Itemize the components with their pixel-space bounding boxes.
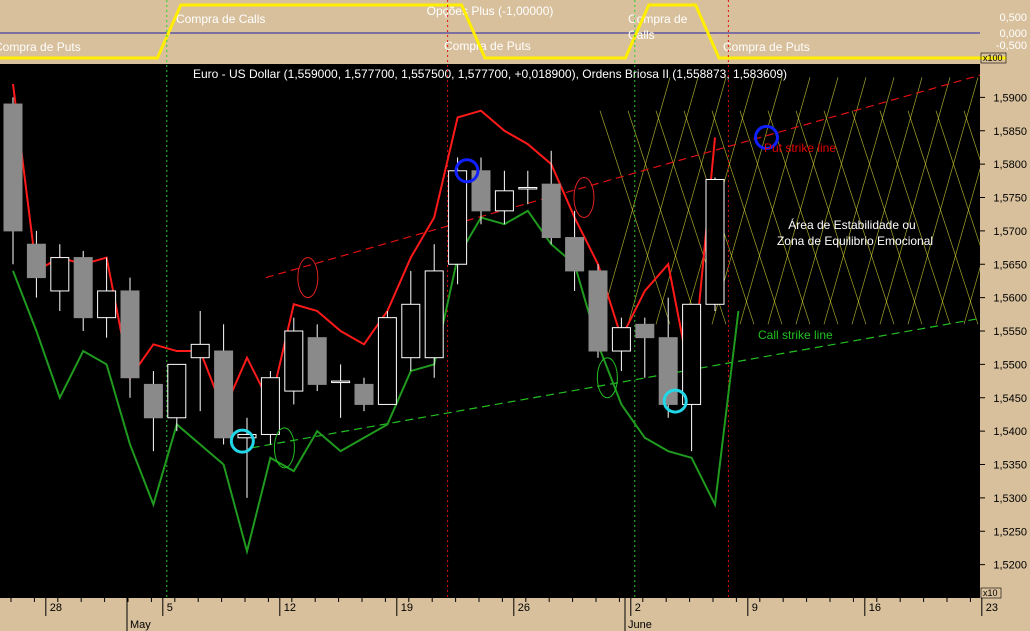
date-tick-label: 28 bbox=[50, 602, 62, 614]
candle-body bbox=[73, 257, 93, 319]
indicator-unit-label: x100 bbox=[983, 53, 1003, 63]
candle-body bbox=[214, 350, 234, 439]
candle-body bbox=[424, 270, 444, 359]
chart-window: Opções Plus (-1,00000) Compra de Puts Co… bbox=[0, 0, 1030, 631]
chart-svg: Opções Plus (-1,00000) Compra de Puts Co… bbox=[0, 0, 1030, 631]
zone-hatch-up bbox=[795, 77, 867, 325]
candle-body bbox=[541, 183, 561, 239]
date-tick-label: 26 bbox=[518, 602, 530, 614]
zone-hatch-down bbox=[599, 110, 671, 325]
date-tick-label: 12 bbox=[284, 602, 296, 614]
indicator-label-puts-1: Compra de Puts bbox=[0, 40, 81, 54]
put-strike-label: Put strike line bbox=[764, 141, 836, 155]
zone-hatch-up bbox=[851, 77, 923, 325]
highlight-ellipse bbox=[273, 427, 295, 469]
candle-body bbox=[120, 290, 140, 379]
price-tick-label: 1,5200 bbox=[993, 560, 1027, 572]
candle-body bbox=[3, 103, 23, 232]
candle-body bbox=[448, 170, 468, 265]
date-axis-unit: x10 bbox=[983, 588, 998, 598]
candle-body bbox=[611, 327, 631, 352]
candle-body bbox=[565, 237, 585, 272]
date-tick-label: 9 bbox=[752, 602, 758, 614]
price-tick-label: 1,5750 bbox=[993, 193, 1027, 205]
highlight-ellipse bbox=[297, 257, 319, 299]
candle-body bbox=[307, 337, 327, 385]
candle-body bbox=[635, 323, 655, 339]
zone-hatch-up bbox=[627, 77, 699, 325]
month-label-june: June bbox=[628, 619, 652, 631]
price-tick-label: 1,5250 bbox=[993, 526, 1027, 538]
zone-hatch-down bbox=[907, 110, 979, 325]
date-tick-label: 16 bbox=[869, 602, 881, 614]
candle-body bbox=[284, 330, 304, 392]
indicator-label-puts-2: Compra de Puts bbox=[444, 39, 531, 53]
candle-body bbox=[331, 380, 351, 384]
date-axis: x10 May June 28 5 12 19 26 2 9 16 23 bbox=[0, 587, 1030, 631]
date-tick-label: 19 bbox=[401, 602, 413, 614]
candle-body bbox=[682, 303, 702, 405]
price-tick-label: 1,5500 bbox=[993, 359, 1027, 371]
zone-hatch-up bbox=[739, 77, 811, 325]
candle-body bbox=[588, 270, 608, 352]
zone-hatch-up bbox=[907, 77, 979, 325]
candle-body bbox=[401, 303, 421, 359]
candle-body bbox=[354, 383, 374, 405]
candle-body bbox=[26, 243, 46, 279]
candle-body bbox=[494, 190, 514, 212]
zone-hatch-up bbox=[879, 77, 951, 325]
price-tick-label: 1,5850 bbox=[993, 126, 1027, 138]
candle-body bbox=[97, 290, 117, 319]
zone-label-line1: Área de Estabilidade ou bbox=[788, 217, 915, 232]
indicator-tick-neg: -0,500 bbox=[996, 40, 1027, 52]
stability-zone-hatching bbox=[599, 77, 1030, 325]
price-tick-label: 1,5450 bbox=[993, 393, 1027, 405]
highlight-ellipse bbox=[596, 357, 618, 399]
price-tick-label: 1,5650 bbox=[993, 259, 1027, 271]
candle-body bbox=[377, 317, 397, 405]
indicator-label-calls-2a: Compra de bbox=[628, 12, 688, 26]
call-strike-label: Call strike line bbox=[758, 328, 833, 342]
month-label-may: May bbox=[130, 619, 151, 631]
candle-body bbox=[518, 186, 538, 190]
highlight-circle bbox=[229, 428, 255, 454]
price-axis: 1,5900 1,5850 1,5800 1,5750 1,5700 1,5650 1,56… bbox=[980, 64, 1030, 598]
indicator-tick-pos: 0,500 bbox=[999, 12, 1027, 24]
price-tick-label: 1,5900 bbox=[993, 92, 1027, 104]
price-chart-title: Euro - US Dollar (1,559000, 1,577700, 1,… bbox=[193, 67, 787, 81]
price-tick-label: 1,5350 bbox=[993, 460, 1027, 472]
indicator-tick-zero: 0,000 bbox=[999, 28, 1027, 40]
zone-hatch-up bbox=[767, 77, 839, 325]
indicator-label-calls-1: Compra de Calls bbox=[176, 12, 265, 26]
candle-body bbox=[167, 363, 187, 419]
highlight-ellipse bbox=[573, 177, 595, 218]
zone-label-line2: Zona de Equilibrio Emocional bbox=[777, 234, 933, 248]
candle-body bbox=[143, 383, 163, 419]
price-tick-label: 1,5600 bbox=[993, 293, 1027, 305]
candle-body bbox=[190, 343, 210, 359]
price-tick-label: 1,5800 bbox=[993, 159, 1027, 171]
zone-hatch-down bbox=[627, 110, 699, 325]
date-tick-label: 5 bbox=[167, 602, 173, 614]
put-strike-series bbox=[12, 83, 716, 414]
price-tick-label: 1,5400 bbox=[993, 426, 1027, 438]
indicator-label-puts-3: Compra de Puts bbox=[723, 40, 810, 54]
candle-body bbox=[705, 178, 725, 305]
date-tick-label: 23 bbox=[986, 602, 998, 614]
candle-body bbox=[50, 257, 70, 292]
price-tick-label: 1,5700 bbox=[993, 226, 1027, 238]
price-tick-label: 1,5550 bbox=[993, 326, 1027, 338]
options-indicator-panel: Opções Plus (-1,00000) Compra de Puts Co… bbox=[0, 0, 1030, 64]
zone-hatch-up bbox=[823, 77, 895, 325]
candle-body bbox=[260, 377, 280, 435]
date-tick-label: 2 bbox=[635, 602, 641, 614]
price-tick-label: 1,5300 bbox=[993, 493, 1027, 505]
